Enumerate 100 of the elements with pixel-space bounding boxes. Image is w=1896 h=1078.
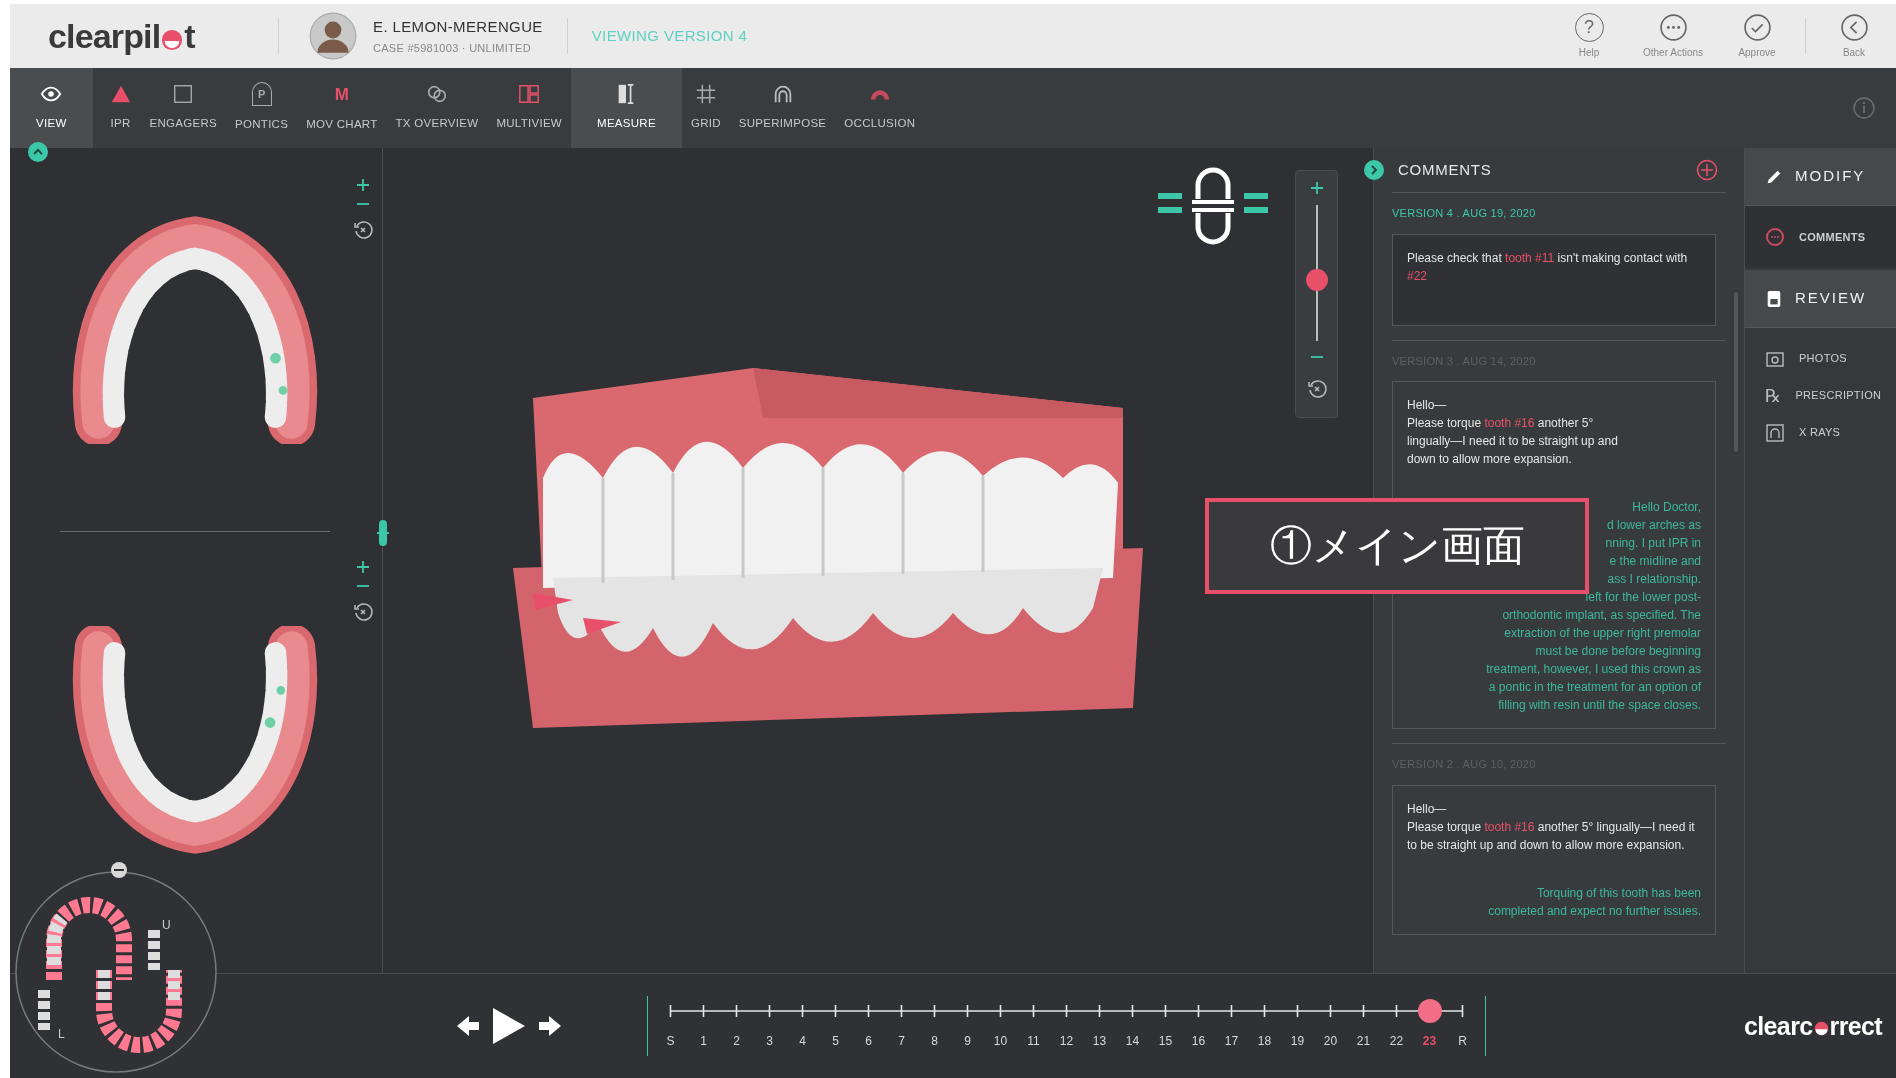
chat-icon	[1765, 227, 1785, 247]
toolbar-tab[interactable]: MEASURE	[571, 68, 682, 148]
timeline-step[interactable]: 8	[918, 1030, 951, 1052]
toolbar-tab[interactable]: MULTIVIEW	[487, 68, 571, 148]
timeline-step[interactable]: 16	[1182, 1030, 1215, 1052]
reset-view-icon[interactable]	[1307, 379, 1327, 399]
arch-label: U	[162, 917, 171, 934]
comment-text: Hello— Please torque tooth #16 another 5° lingually—I need it to be straight up and down to allow more expansion.	[1407, 397, 1619, 468]
case-number: CASE #5981003 · UNLIMITED	[373, 41, 532, 56]
reply-text: d lower arches as	[1606, 517, 1701, 534]
callout-text: ①メイン画面	[1269, 525, 1525, 567]
back-icon	[1839, 12, 1869, 42]
timeline-step[interactable]: S	[654, 1030, 687, 1052]
check-icon	[1742, 12, 1772, 42]
reply-text: extraction of the upper right premolar	[1504, 625, 1701, 642]
previous-step-icon[interactable]	[455, 1014, 481, 1038]
square-icon	[172, 83, 195, 106]
timeline-step[interactable]: 14	[1116, 1030, 1149, 1052]
rx-icon: ℞	[1765, 386, 1782, 405]
brand-text: clearc	[1744, 1013, 1813, 1039]
collapse-toggle-icon[interactable]	[28, 142, 48, 162]
nav-item[interactable]: X RAYS	[1745, 414, 1896, 451]
timeline-handle[interactable]	[1417, 999, 1442, 1023]
zoom-in-icon[interactable]	[356, 560, 370, 574]
version-status: VIEWING VERSION 4	[591, 25, 748, 46]
toolbar-tab[interactable]: VIEW	[10, 68, 93, 148]
expand-icon[interactable]	[1364, 160, 1384, 180]
document-icon	[1765, 289, 1783, 308]
grid-icon	[694, 83, 717, 106]
nav-item[interactable]: ℞ PRESCRIPTION	[1745, 377, 1896, 414]
reset-view-icon[interactable]	[353, 602, 373, 622]
toolbar-tab[interactable]: SUPERIMPOSE	[729, 68, 836, 148]
logo-text: clearpil	[48, 19, 161, 53]
timeline-step[interactable]: 21	[1347, 1030, 1380, 1052]
timeline-step[interactable]: R	[1446, 1030, 1479, 1052]
nav-section-header[interactable]: REVIEW	[1745, 270, 1896, 328]
nav-item[interactable]: COMMENTS	[1745, 206, 1896, 268]
logo-dot-icon	[161, 29, 184, 51]
nav-section-header[interactable]: MODIFY	[1745, 148, 1896, 206]
nav-item[interactable]: PHOTOS	[1745, 340, 1896, 377]
reset-view-icon[interactable]	[353, 220, 373, 240]
zoom-out-icon[interactable]	[1310, 355, 1324, 359]
reply-text: completed and expect no further issues.	[1488, 902, 1701, 920]
timeline-step[interactable]: 18	[1248, 1030, 1281, 1052]
toolbar-tab[interactable]: IPR	[100, 68, 141, 148]
more-icon	[1658, 12, 1688, 42]
panes-icon	[518, 83, 541, 106]
timeline-step[interactable]: 13	[1083, 1030, 1116, 1052]
toolbar-tab[interactable]: P PONTICS	[226, 68, 298, 148]
timeline-step[interactable]: 19	[1281, 1030, 1314, 1052]
chart-icon: M	[334, 82, 349, 107]
zoom-out-icon[interactable]	[356, 584, 370, 588]
timeline-step[interactable]: 15	[1149, 1030, 1182, 1052]
header-action-button[interactable]: ? Help	[1547, 6, 1631, 66]
play-icon[interactable]	[491, 1006, 527, 1046]
toolbar-tab[interactable]: M MOV CHART	[297, 68, 387, 148]
timeline-step[interactable]: 17	[1215, 1030, 1248, 1052]
reply-text: ass I relationship.	[1607, 571, 1701, 588]
zoom-in-icon[interactable]	[1310, 181, 1324, 195]
timeline-step[interactable]: 2	[720, 1030, 753, 1052]
timeline-step[interactable]: 1	[687, 1030, 720, 1052]
avatar-icon	[309, 12, 357, 60]
xray-icon	[1765, 422, 1785, 443]
dental-chart-drawing[interactable]	[14, 870, 219, 1075]
timeline-step[interactable]: 12	[1050, 1030, 1083, 1052]
reply-text: Hello Doctor,	[1632, 499, 1701, 516]
minimize-icon[interactable]	[110, 861, 128, 879]
timeline-step[interactable]: 9	[951, 1030, 984, 1052]
reply-text: e the midline and	[1609, 553, 1701, 570]
reply-text: must be done before beginning	[1535, 643, 1701, 660]
toolbar-tab[interactable]: OCCLUSION	[835, 68, 925, 148]
timeline-step[interactable]: 10	[984, 1030, 1017, 1052]
timeline-step[interactable]: 20	[1314, 1030, 1347, 1052]
version-label: VERSION 4 . AUG 19, 2020	[1392, 192, 1726, 234]
arch-label: L	[58, 1026, 65, 1043]
zoom-in-icon[interactable]	[356, 178, 370, 192]
timeline-step[interactable]: 4	[786, 1030, 819, 1052]
brand-text: rrect	[1829, 1013, 1882, 1039]
timeline-step[interactable]: 6	[852, 1030, 885, 1052]
timeline-step[interactable]: 7	[885, 1030, 918, 1052]
timeline-step[interactable]: 5	[819, 1030, 852, 1052]
toolbar-tab[interactable]: GRID	[681, 68, 730, 148]
comment-text: Hello— Please torque tooth #16 another 5° lingually—I need it to be straight up and down to allow more expansion.	[1407, 800, 1696, 854]
timeline-step[interactable]: 23	[1413, 1030, 1446, 1052]
toolbar-tab[interactable]: TX OVERVIEW	[386, 68, 488, 148]
timeline-step[interactable]: 11	[1017, 1030, 1050, 1052]
reply-text: orthodontic implant, as specified. The	[1502, 607, 1701, 624]
reply-text: left for the lower post-	[1585, 589, 1701, 606]
timeline-step[interactable]: 22	[1380, 1030, 1413, 1052]
logo-text: t	[184, 19, 196, 53]
slider-thumb[interactable]	[1306, 268, 1328, 291]
reply-text: filling with resin until the space closes.	[1498, 697, 1701, 714]
zoom-out-icon[interactable]	[356, 202, 370, 206]
reply-text: nning. I put IPR in	[1605, 535, 1701, 552]
next-step-icon[interactable]	[537, 1014, 563, 1038]
toolbar-tab[interactable]: ENGAGERS	[140, 68, 227, 148]
comment-text: Please check that tooth #11 isn't making contact with #22	[1407, 249, 1689, 285]
add-comment-icon[interactable]	[1696, 159, 1718, 181]
timeline-step[interactable]: 3	[753, 1030, 786, 1052]
reply-text: treatment, however, I used this crown as	[1486, 661, 1701, 678]
